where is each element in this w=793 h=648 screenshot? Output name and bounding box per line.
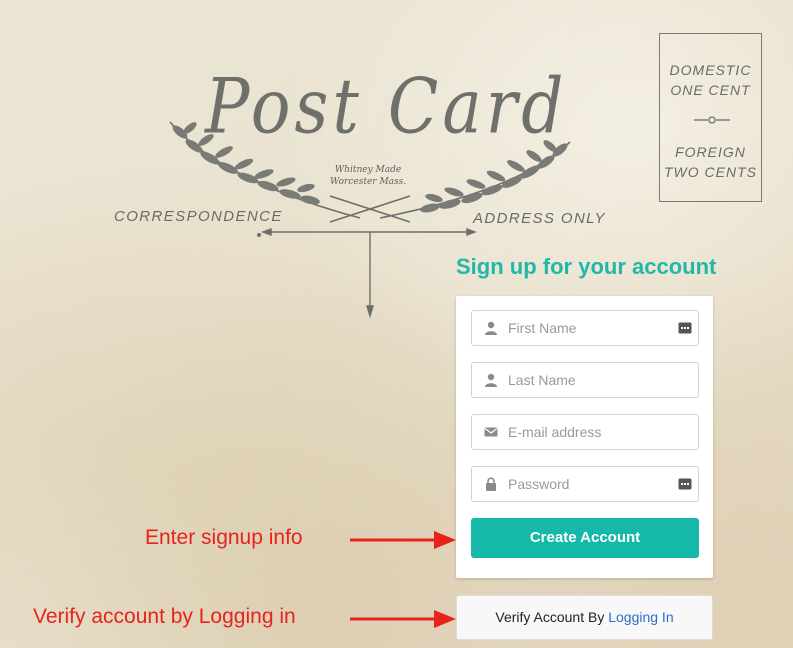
stamp-domestic-line-1: DOMESTIC (669, 62, 752, 78)
maker-mark: Whitney Made Worcester Mass. (330, 164, 406, 188)
address-label: ADDRESS ONLY (473, 210, 606, 227)
stamp-foreign: FOREIGN TWO CENTS (660, 142, 761, 182)
annotation-verify-note: Verify account by Logging in (33, 605, 296, 628)
red-arrow-icon (350, 610, 456, 628)
annotation-signup-note: Enter signup info (145, 526, 303, 549)
maker-line-1: Whitney Made (334, 165, 402, 175)
first-name-field[interactable] (471, 310, 699, 346)
maker-line-2: Worcester Mass. (330, 177, 407, 187)
last-name-input[interactable] (508, 363, 678, 397)
stamp-domestic-line-2: ONE CENT (670, 82, 751, 98)
stamp-box: DOMESTIC ONE CENT FOREIGN TWO CENTS (659, 33, 762, 202)
stamp-separator-icon (694, 116, 730, 124)
user-icon (485, 373, 497, 387)
signup-form: Create Account (456, 296, 713, 578)
red-arrow-icon (350, 531, 456, 549)
logging-in-link[interactable]: Logging In (608, 609, 673, 625)
password-field[interactable] (471, 466, 699, 502)
divider-lines (257, 227, 477, 319)
stamp-foreign-line-2: TWO CENTS (664, 164, 757, 180)
email-field[interactable] (471, 414, 699, 450)
autofill-card-icon[interactable] (678, 322, 692, 334)
envelope-icon (484, 427, 498, 437)
signup-heading: Sign up for your account (456, 254, 717, 279)
lock-icon (486, 477, 496, 491)
create-account-button[interactable]: Create Account (471, 518, 699, 558)
stamp-domestic: DOMESTIC ONE CENT (660, 60, 761, 100)
last-name-field[interactable] (471, 362, 699, 398)
autofill-card-icon[interactable] (678, 478, 692, 490)
first-name-input[interactable] (508, 311, 678, 345)
verify-account-box: Verify Account By Logging In (456, 595, 713, 640)
user-icon (485, 321, 497, 335)
stamp-foreign-line-1: FOREIGN (675, 144, 746, 160)
email-input[interactable] (508, 415, 678, 449)
password-input[interactable] (508, 467, 678, 501)
verify-prefix: Verify Account By (495, 609, 605, 625)
